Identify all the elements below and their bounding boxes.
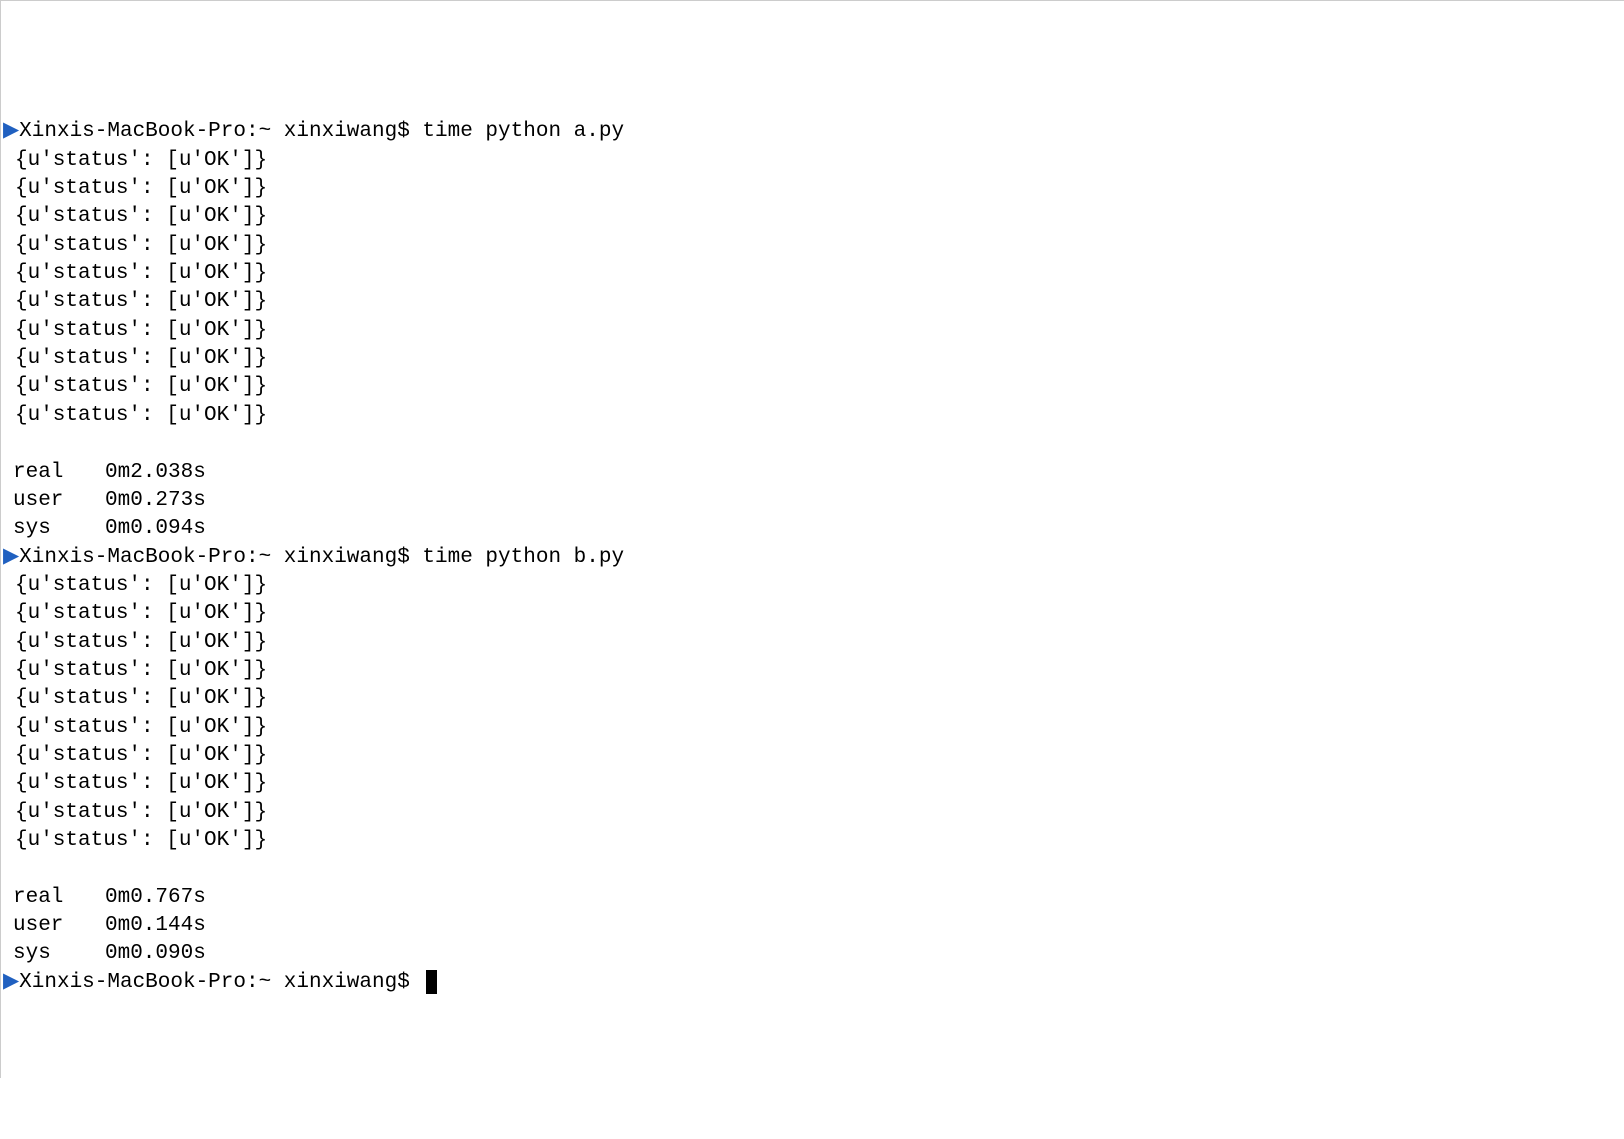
prompt-marker-icon: ▶ (3, 120, 19, 143)
prompt-text: Xinxis-MacBook-Pro:~ xinxiwang$ time pyt… (19, 546, 624, 569)
timing-label: sys (13, 940, 105, 968)
output-line: {u'status': [u'OK']} (1, 175, 1624, 203)
output-line: {u'status': [u'OK']} (1, 345, 1624, 373)
timing-row: sys0m0.090s (1, 940, 1624, 968)
output-line: {u'status': [u'OK']} (1, 600, 1624, 628)
timing-value: 0m2.038s (105, 461, 206, 484)
output-line: {u'status': [u'OK']} (1, 317, 1624, 345)
timing-value: 0m0.090s (105, 942, 206, 965)
prompt-line: ▶Xinxis-MacBook-Pro:~ xinxiwang$ time py… (1, 544, 1624, 572)
timing-row: sys0m0.094s (1, 515, 1624, 543)
terminal-output[interactable]: ▶Xinxis-MacBook-Pro:~ xinxiwang$ time py… (1, 118, 1624, 997)
output-line: {u'status': [u'OK']} (1, 685, 1624, 713)
blank-line (1, 430, 1624, 458)
output-line: {u'status': [u'OK']} (1, 288, 1624, 316)
prompt-line: ▶Xinxis-MacBook-Pro:~ xinxiwang$ time py… (1, 118, 1624, 146)
output-line: {u'status': [u'OK']} (1, 260, 1624, 288)
timing-value: 0m0.094s (105, 517, 206, 540)
output-line: {u'status': [u'OK']} (1, 714, 1624, 742)
timing-row: real0m0.767s (1, 884, 1624, 912)
output-line: {u'status': [u'OK']} (1, 629, 1624, 657)
prompt-line: ▶Xinxis-MacBook-Pro:~ xinxiwang$ (1, 969, 1624, 997)
prompt-marker-icon: ▶ (3, 546, 19, 569)
prompt-text: Xinxis-MacBook-Pro:~ xinxiwang$ (19, 971, 422, 994)
output-line: {u'status': [u'OK']} (1, 572, 1624, 600)
output-line: {u'status': [u'OK']} (1, 373, 1624, 401)
output-line: {u'status': [u'OK']} (1, 232, 1624, 260)
timing-row: user0m0.273s (1, 487, 1624, 515)
timing-value: 0m0.144s (105, 914, 206, 937)
output-line: {u'status': [u'OK']} (1, 742, 1624, 770)
timing-row: user0m0.144s (1, 912, 1624, 940)
output-line: {u'status': [u'OK']} (1, 147, 1624, 175)
timing-value: 0m0.767s (105, 886, 206, 909)
timing-label: user (13, 487, 105, 515)
cursor[interactable] (426, 970, 437, 994)
output-line: {u'status': [u'OK']} (1, 402, 1624, 430)
prompt-marker-icon: ▶ (3, 971, 19, 994)
prompt-text: Xinxis-MacBook-Pro:~ xinxiwang$ time pyt… (19, 120, 624, 143)
timing-row: real0m2.038s (1, 459, 1624, 487)
timing-label: user (13, 912, 105, 940)
timing-value: 0m0.273s (105, 489, 206, 512)
output-line: {u'status': [u'OK']} (1, 827, 1624, 855)
timing-label: sys (13, 515, 105, 543)
output-line: {u'status': [u'OK']} (1, 203, 1624, 231)
output-line: {u'status': [u'OK']} (1, 799, 1624, 827)
timing-label: real (13, 884, 105, 912)
output-line: {u'status': [u'OK']} (1, 770, 1624, 798)
timing-label: real (13, 459, 105, 487)
output-line: {u'status': [u'OK']} (1, 657, 1624, 685)
blank-line (1, 855, 1624, 883)
